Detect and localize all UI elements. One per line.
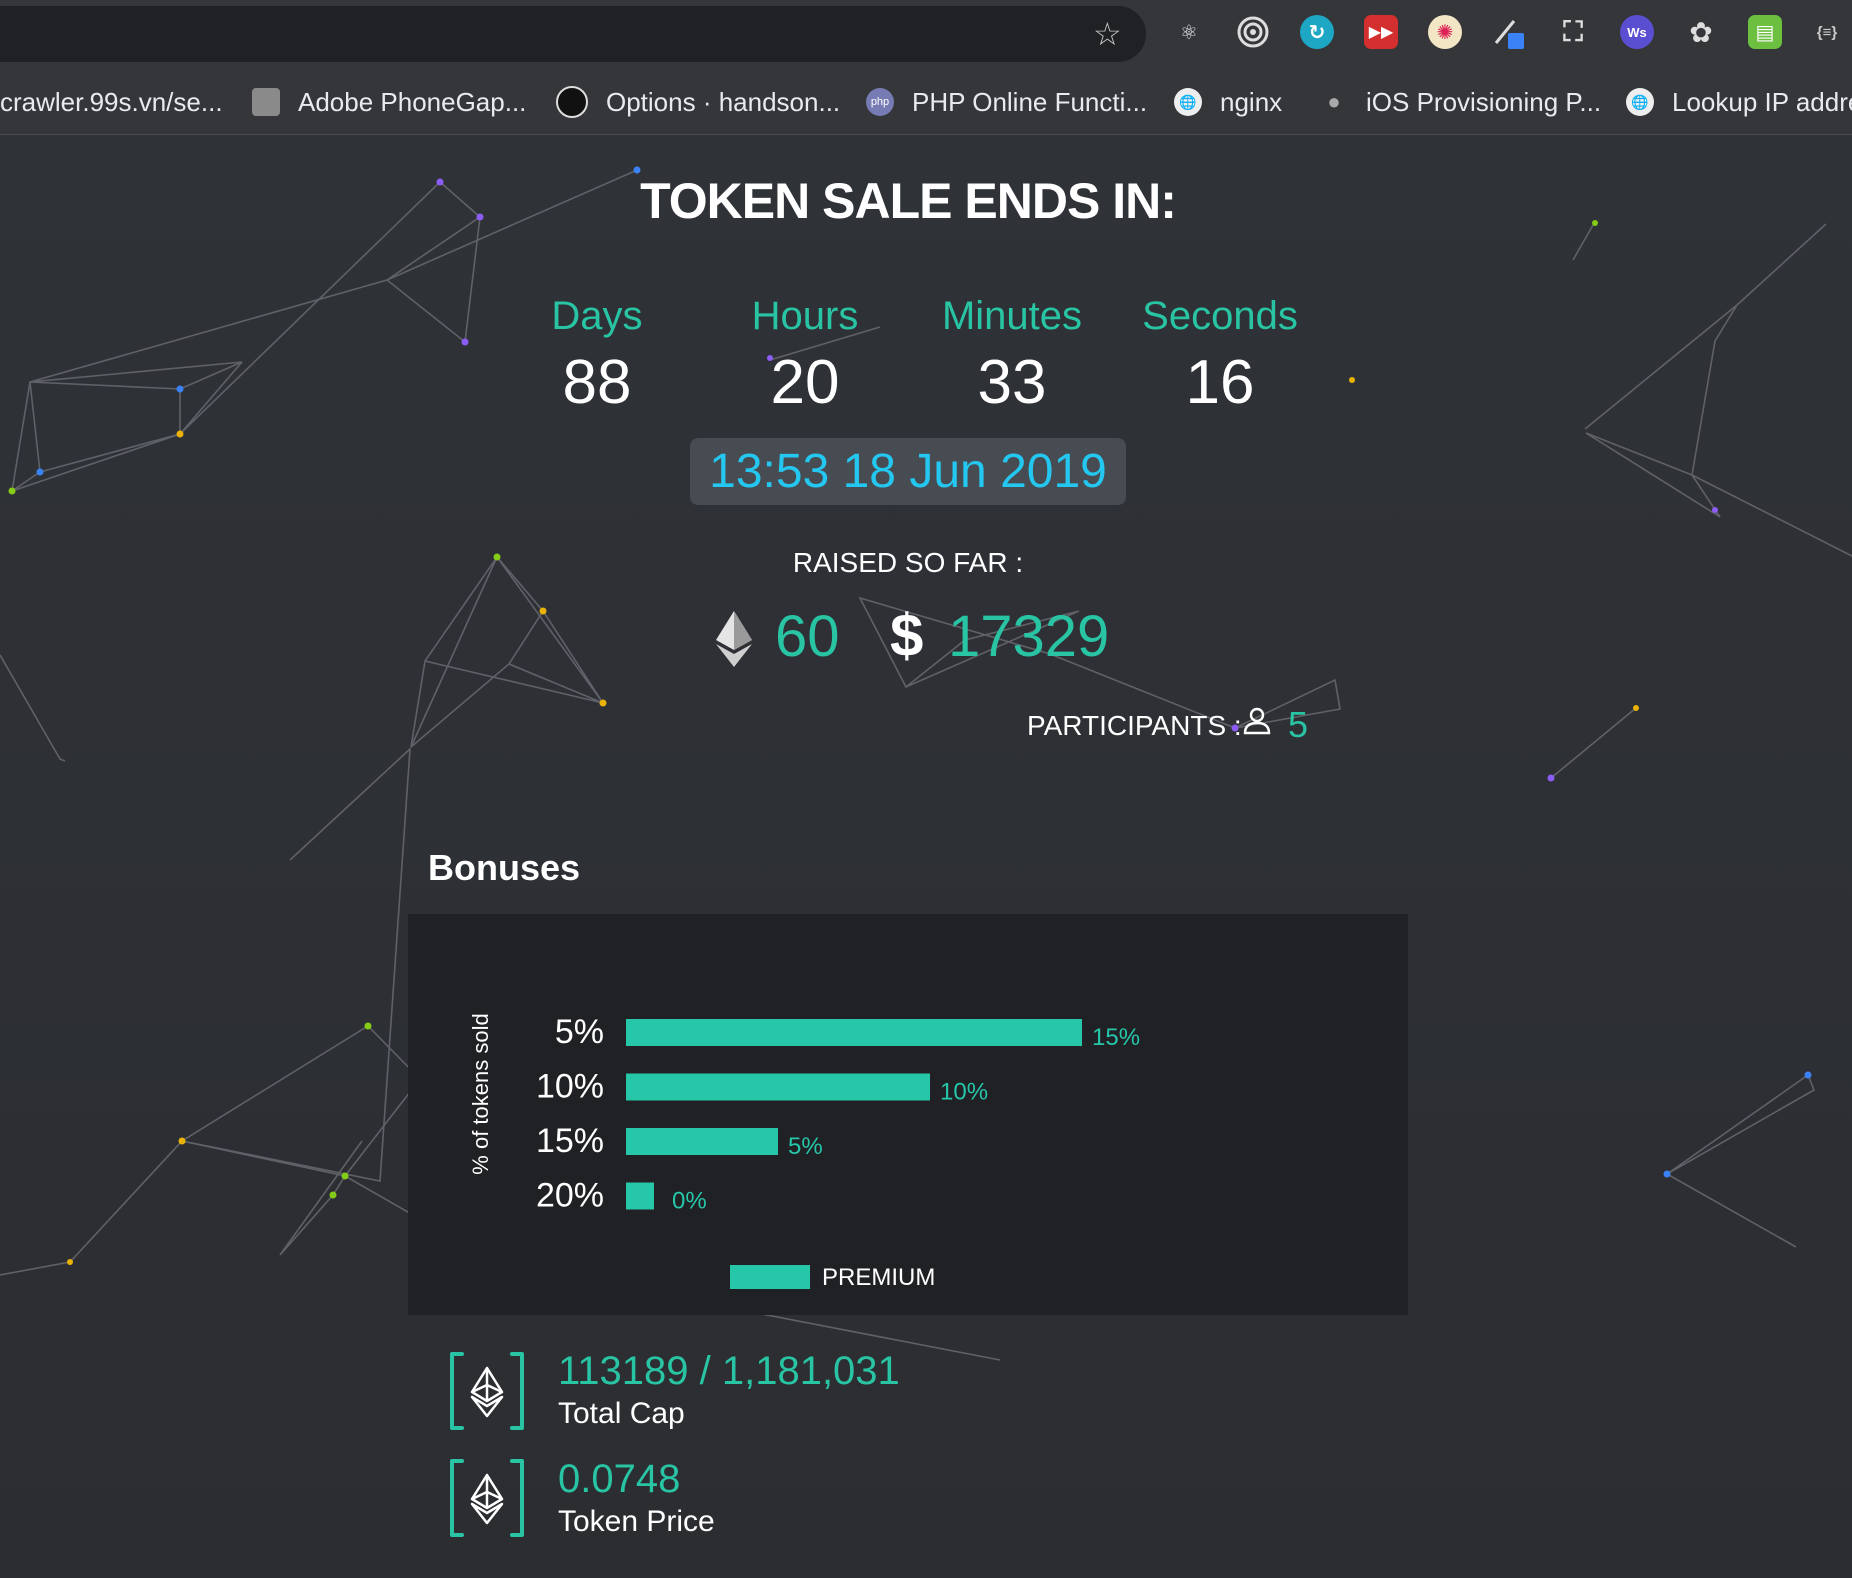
seconds-value: 16 [1185, 348, 1255, 417]
y-axis-label: % of tokens sold [468, 1013, 493, 1174]
hours-value: 20 [770, 348, 840, 417]
token-price-label: Token Price [558, 1505, 715, 1538]
bookmark-label: iOS Provisioning P... [1366, 86, 1602, 117]
ethereum-badge-icon [450, 1459, 524, 1537]
category-label: 5% [555, 1013, 604, 1051]
bonus-chart-svg: % of tokens sold 5% 15% 10% 10% 15% 5% 20% 0% PRE… [468, 1013, 1140, 1291]
user-icon [1243, 707, 1271, 735]
bonus-chart: % of tokens sold 5% 15% 10% 10% 15% 5% 20% 0% PRE… [408, 914, 1408, 1315]
fast-forward-icon[interactable]: ▶▶ [1364, 15, 1398, 49]
category-label: 20% [536, 1177, 604, 1215]
page-content: TOKEN SALE ENDS IN: Days 88 Hours 20 Min… [0, 135, 1852, 1578]
ws-icon[interactable]: Ws [1620, 15, 1654, 49]
bar [626, 1019, 1082, 1046]
participants-count: 5 [1288, 704, 1309, 745]
usd-raised: 17329 [948, 604, 1110, 669]
php-icon: php [866, 88, 894, 116]
bookmark-label: Lookup IP addre [1672, 86, 1852, 117]
bookmark-label: nginx [1220, 86, 1283, 117]
token-price-value: 0.0748 [558, 1457, 681, 1501]
github-icon [556, 86, 588, 118]
printer-icon[interactable]: ▤ [1748, 15, 1782, 49]
legend-label: PREMIUM [822, 1264, 935, 1291]
phonegap-icon [252, 88, 280, 116]
minutes-value: 33 [977, 348, 1047, 417]
bar-value-label: 15% [1092, 1024, 1140, 1051]
atom-icon[interactable]: ✺ [1428, 15, 1462, 49]
globe-icon: 🌐 [1174, 88, 1202, 116]
ethereum-icon [716, 611, 752, 667]
bookmark-item[interactable]: ● iOS Provisioning P... [1320, 84, 1601, 120]
bookmark-item[interactable]: Options · handson... [556, 84, 840, 120]
bonuses-title: Bonuses [428, 847, 581, 888]
json-icon[interactable]: {≡} [1810, 15, 1844, 49]
address-bar[interactable]: ☆ [0, 6, 1146, 62]
bookmark-item[interactable]: crawler.99s.vn/se... [0, 84, 223, 120]
bookmark-label: PHP Online Functi... [912, 86, 1148, 117]
browser-toolbar: ☆ ⚛ ↻ ▶▶ ✺ ⛶ Ws ✿ ▤ {≡} [0, 0, 1852, 70]
ethereum-badge-icon [450, 1352, 524, 1430]
seconds-label: Seconds [1142, 294, 1298, 338]
total-cap-label: Total Cap [558, 1397, 685, 1430]
end-date-badge: 13:53 18 Jun 2019 [690, 438, 1126, 505]
target-icon[interactable] [1236, 15, 1270, 49]
bar-value-label: 10% [940, 1079, 988, 1106]
bookmark-item[interactable]: php PHP Online Functi... [866, 84, 1147, 120]
category-label: 10% [536, 1068, 604, 1106]
participants-label: PARTICIPANTS : [1027, 710, 1242, 741]
days-value: 88 [562, 348, 632, 417]
bookmark-item[interactable]: Adobe PhoneGap... [252, 84, 526, 120]
bar [626, 1073, 930, 1101]
globe-icon: 🌐 [1626, 88, 1654, 116]
bookmark-star-icon[interactable]: ☆ [1093, 18, 1122, 50]
bar-value-label: 5% [788, 1133, 823, 1160]
react-icon[interactable]: ⚛ [1172, 15, 1206, 49]
openai-icon[interactable]: ✿ [1684, 15, 1718, 49]
bar [626, 1128, 778, 1155]
bookmarks-bar: crawler.99s.vn/se... Adobe PhoneGap... O… [0, 70, 1852, 135]
bar [626, 1182, 654, 1210]
minutes-label: Minutes [941, 294, 1083, 338]
eth-raised: 60 [775, 604, 840, 669]
apple-icon: ● [1327, 89, 1341, 114]
bookmark-label: Options · handson... [606, 86, 841, 117]
eyedropper-icon[interactable] [1492, 15, 1526, 49]
raised-label: RAISED SO FAR : [792, 547, 1024, 578]
bookmark-item[interactable]: 🌐 Lookup IP addre [1626, 84, 1852, 120]
days-label: Days [551, 294, 643, 338]
bar-value-label: 0% [672, 1188, 707, 1215]
legend-swatch [730, 1265, 810, 1289]
bookmark-item[interactable]: 🌐 nginx [1174, 84, 1282, 120]
screenshot-icon[interactable]: ⛶ [1556, 15, 1590, 49]
sale-title: TOKEN SALE ENDS IN: [640, 173, 1177, 229]
sync-icon[interactable]: ↻ [1300, 15, 1334, 49]
dollar-icon: $ [890, 602, 924, 669]
bookmark-label: crawler.99s.vn/se... [0, 86, 223, 117]
hours-label: Hours [751, 294, 859, 338]
total-cap-value: 113189 / 1,181,031 [558, 1349, 900, 1393]
bookmark-label: Adobe PhoneGap... [298, 86, 527, 117]
category-label: 15% [536, 1122, 604, 1160]
